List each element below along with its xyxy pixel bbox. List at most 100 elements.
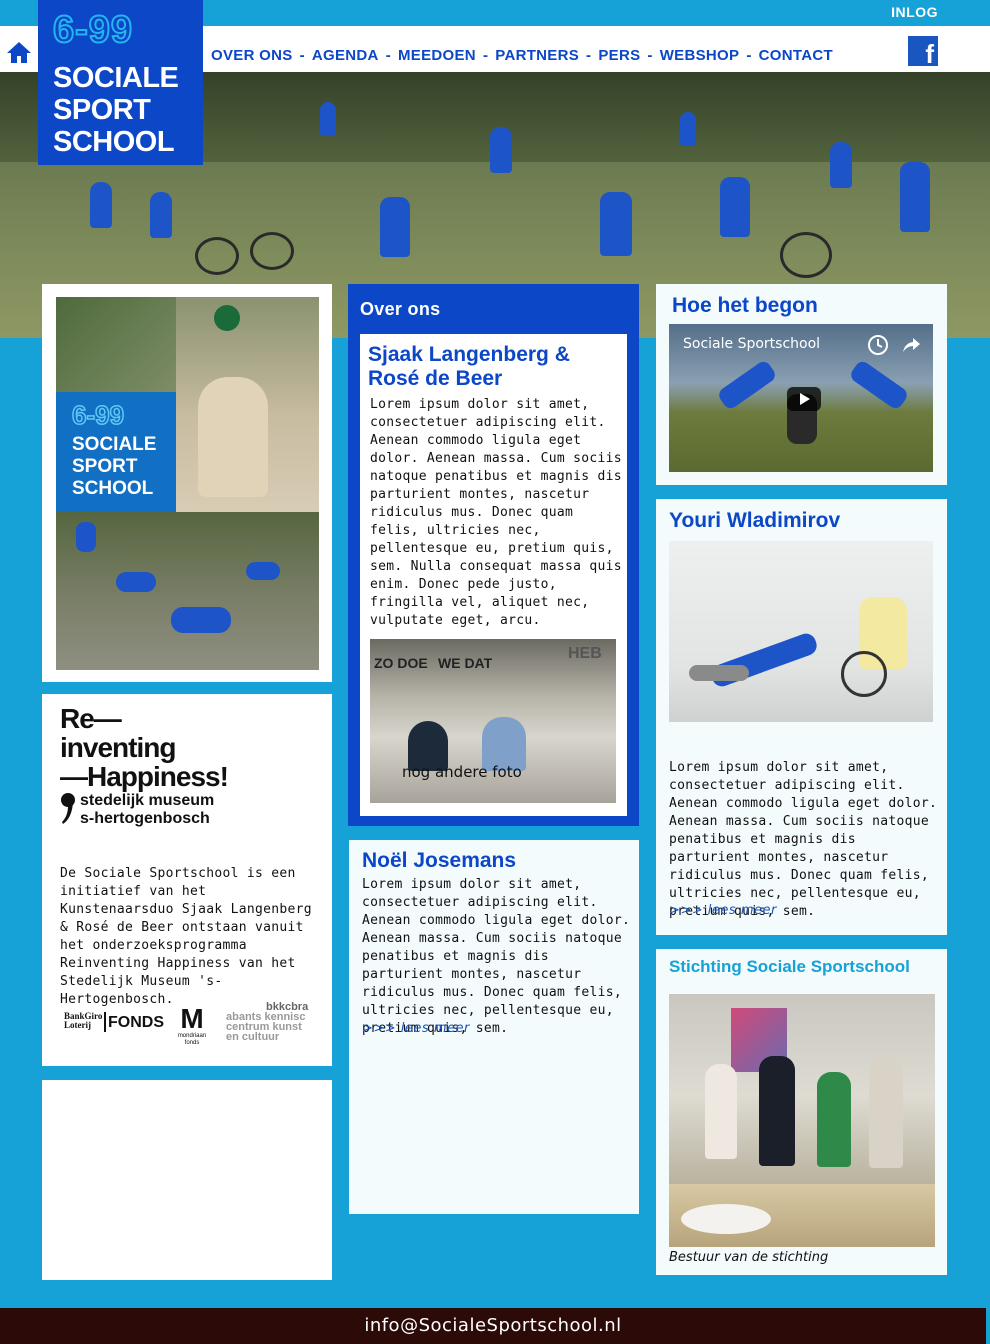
nav-separator: -: [586, 47, 592, 64]
logo-line: SPORT: [53, 94, 151, 126]
sponsor-text: mondriaan: [177, 1033, 207, 1039]
museum-line: s-hertogenbosch: [80, 810, 210, 827]
youri-photo-legs: [689, 665, 749, 681]
photo-sign: ZO DOE: [374, 655, 428, 671]
nav-agenda[interactable]: AGENDA: [312, 47, 379, 64]
nav-pers[interactable]: PERS: [598, 47, 640, 64]
over-ons-photo-caption: nog andere foto: [402, 763, 522, 781]
hero-person: [600, 192, 632, 256]
sponsor-text: fonds: [184, 1040, 200, 1046]
nav-separator: -: [746, 47, 752, 64]
nav-separator: -: [299, 47, 305, 64]
play-button[interactable]: [787, 387, 821, 411]
hero-person: [380, 197, 410, 257]
hoe-card: Hoe het begon Sociale Sportschool: [656, 284, 947, 485]
mondriaan-logo: M mondriaan fonds: [176, 1005, 208, 1047]
poster-logo: 6-99 SOCIALE SPORT SCHOOL: [56, 392, 176, 512]
poster-woman-figure: [198, 377, 268, 497]
poster-person: [246, 562, 280, 580]
over-ons-inner: Sjaak Langenberg & Rosé de Beer Lorem ip…: [360, 334, 627, 816]
museum-line: stedelijk museum: [80, 792, 215, 809]
comma-icon: [60, 790, 76, 826]
nav-contact[interactable]: CONTACT: [759, 47, 833, 64]
hero-wheelchair: [780, 232, 832, 278]
over-ons-text: Lorem ipsum dolor sit amet, consectetuer…: [370, 397, 622, 628]
stichting-photo-person: [705, 1064, 737, 1159]
nav-webshop[interactable]: WEBSHOP: [660, 47, 740, 64]
footer-email[interactable]: info@SocialeSportschool.nl: [0, 1308, 986, 1344]
hero-person: [720, 177, 750, 237]
poster-logo-text: SOCIALE SPORT SCHOOL: [72, 434, 176, 500]
poster-person: [116, 572, 156, 592]
poster-photo-woman: [176, 297, 319, 512]
stichting-photo: [669, 994, 935, 1247]
reinventing-logo: Re— inventing —Happiness!: [60, 703, 229, 792]
stichting-photo-person: [869, 1058, 903, 1168]
poster-logo-line: SCHOOL: [72, 478, 154, 499]
poster-person: [76, 522, 96, 552]
reinventing-line: inventing: [60, 732, 176, 763]
hero-wheelchair: [195, 237, 239, 275]
share-icon[interactable]: [899, 334, 921, 356]
hero-person: [830, 142, 852, 188]
ball-icon: [214, 305, 240, 331]
youri-photo-wheelchair: [841, 651, 887, 697]
noel-read-more[interactable]: >>> lees meer: [362, 1021, 470, 1036]
reinventing-text: De Sociale Sportschool is een initiatief…: [60, 866, 312, 1007]
site-logo[interactable]: 6-99 SOCIALE SPORT SCHOOL: [38, 0, 203, 165]
sponsor-text: M: [180, 1003, 204, 1034]
nav-separator: -: [482, 47, 489, 64]
nav-over-ons[interactable]: OVER ONS: [211, 47, 293, 64]
hoe-video[interactable]: Sociale Sportschool: [669, 324, 933, 472]
poster-logo-line: SOCIALE: [72, 434, 157, 455]
bkkc-logo: bkkcbra abants kennisc centrum kunst en …: [226, 1002, 326, 1042]
youri-title: Youri Wladimirov: [669, 509, 841, 532]
stichting-photo-person: [759, 1056, 795, 1166]
reinventing-line: —Happiness!: [60, 761, 229, 792]
bankgiro-fonds: FONDS: [108, 1014, 164, 1031]
hero-person: [320, 102, 336, 136]
sponsor-text: en cultuur: [226, 1031, 280, 1043]
nav-separator: -: [647, 47, 653, 64]
hero-person: [90, 182, 112, 228]
login-link[interactable]: INLOG: [891, 4, 938, 20]
reinventing-card: Re— inventing —Happiness! stedelijk muse…: [42, 694, 332, 1066]
logo-line: SCHOOL: [53, 126, 175, 158]
poster-logo-line: SPORT: [72, 456, 138, 477]
hoe-title: Hoe het begon: [672, 294, 818, 317]
museum-name: stedelijk museum s-hertogenbosch: [80, 792, 214, 828]
photo-sign: HEB: [568, 645, 602, 662]
over-ons-card: Over ons Sjaak Langenberg & Rosé de Beer…: [348, 284, 639, 826]
nav-partners[interactable]: PARTNERS: [495, 47, 579, 64]
youri-read-more[interactable]: >>> lees meer: [669, 903, 777, 918]
poster-person: [171, 607, 231, 633]
poster-photo-group: [56, 512, 319, 670]
nav-meedoen[interactable]: MEEDOEN: [398, 47, 476, 64]
video-person: [716, 358, 778, 412]
hero-person: [900, 162, 930, 232]
stichting-title: Stichting Sociale Sportschool: [669, 957, 910, 976]
youri-text: Lorem ipsum dolor sit amet, consectetuer…: [669, 760, 938, 919]
video-person: [848, 358, 910, 412]
video-title: Sociale Sportschool: [683, 336, 821, 352]
youri-photo: [669, 541, 933, 722]
facebook-icon[interactable]: f: [908, 36, 938, 66]
hero-wheelchair: [250, 232, 294, 270]
poster-image: 6-99 SOCIALE SPORT SCHOOL: [56, 297, 319, 670]
bankgiro-logo: BankGiro Loterij: [64, 1012, 102, 1030]
stichting-photo-flowers: [681, 1204, 771, 1234]
hero-person: [490, 127, 512, 173]
home-icon[interactable]: [6, 40, 32, 64]
poster-logo-number: 6-99: [71, 400, 125, 430]
sponsor-divider: [104, 1012, 106, 1032]
clock-icon[interactable]: [867, 334, 889, 356]
over-ons-header: Over ons: [360, 299, 441, 319]
logo-text: SOCIALE SPORT SCHOOL: [53, 62, 203, 158]
poster-card: 6-99 SOCIALE SPORT SCHOOL: [42, 284, 332, 682]
main-nav: OVER ONS - AGENDA - MEEDOEN - PARTNERS -…: [211, 47, 833, 64]
logo-number: 6-99: [52, 9, 134, 51]
reinventing-line: Re—: [60, 703, 122, 734]
over-ons-title: Sjaak Langenberg & Rosé de Beer: [368, 343, 570, 390]
hero-person: [150, 192, 172, 238]
photo-sign: WE DAT: [438, 655, 493, 671]
